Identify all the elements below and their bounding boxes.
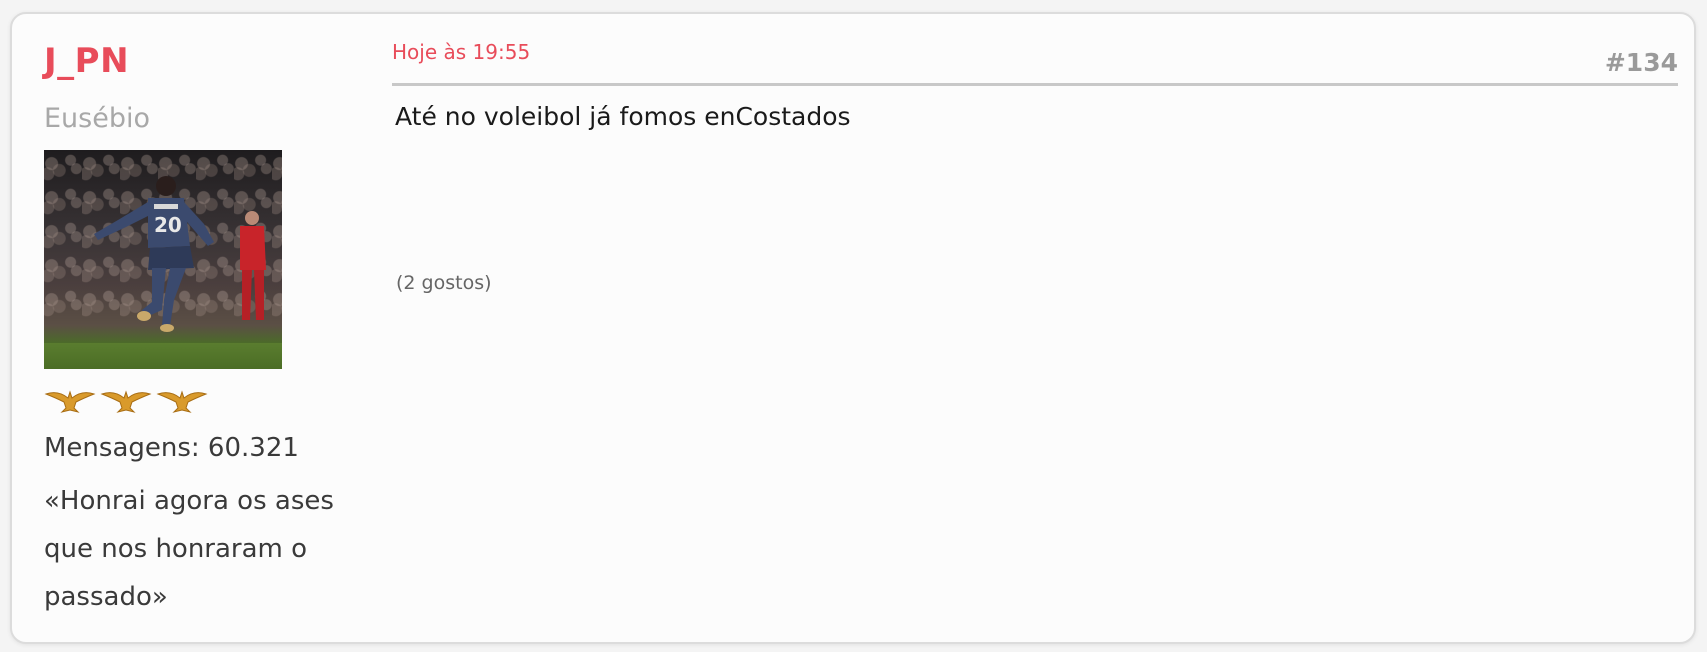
- user-signature: «Honrai agora os ases que nos honraram o…: [44, 486, 334, 612]
- username-link[interactable]: J_PN: [44, 44, 364, 78]
- avatar[interactable]: 20: [44, 150, 282, 369]
- football-player-photo-icon: 20: [94, 176, 266, 332]
- eagle-icon: [100, 390, 152, 413]
- message-count: Mensagens: 60.321: [44, 433, 299, 463]
- rank-icons: [44, 386, 364, 416]
- eagle-icon: [156, 390, 208, 413]
- author-panel: J_PN Eusébio 20 Mensagens: 60.321 «Honra…: [44, 44, 364, 621]
- post-body-text: Até no voleibol já fomos enCostados: [395, 102, 851, 131]
- eagle-icon: [44, 390, 96, 413]
- svg-text:20: 20: [154, 213, 182, 237]
- post-timestamp[interactable]: Hoje às 19:55: [392, 42, 530, 62]
- forum-post: J_PN Eusébio 20 Mensagens: 60.321 «Honra…: [10, 12, 1696, 644]
- post-permalink-number[interactable]: #134: [1605, 50, 1678, 75]
- likes-count[interactable]: (2 gostos): [396, 274, 1678, 293]
- user-rank-title: Eusébio: [44, 103, 151, 134]
- post-content-area: Hoje às 19:55 #134 Até no voleibol já fo…: [392, 42, 1678, 293]
- post-header: Hoje às 19:55 #134: [392, 42, 1678, 86]
